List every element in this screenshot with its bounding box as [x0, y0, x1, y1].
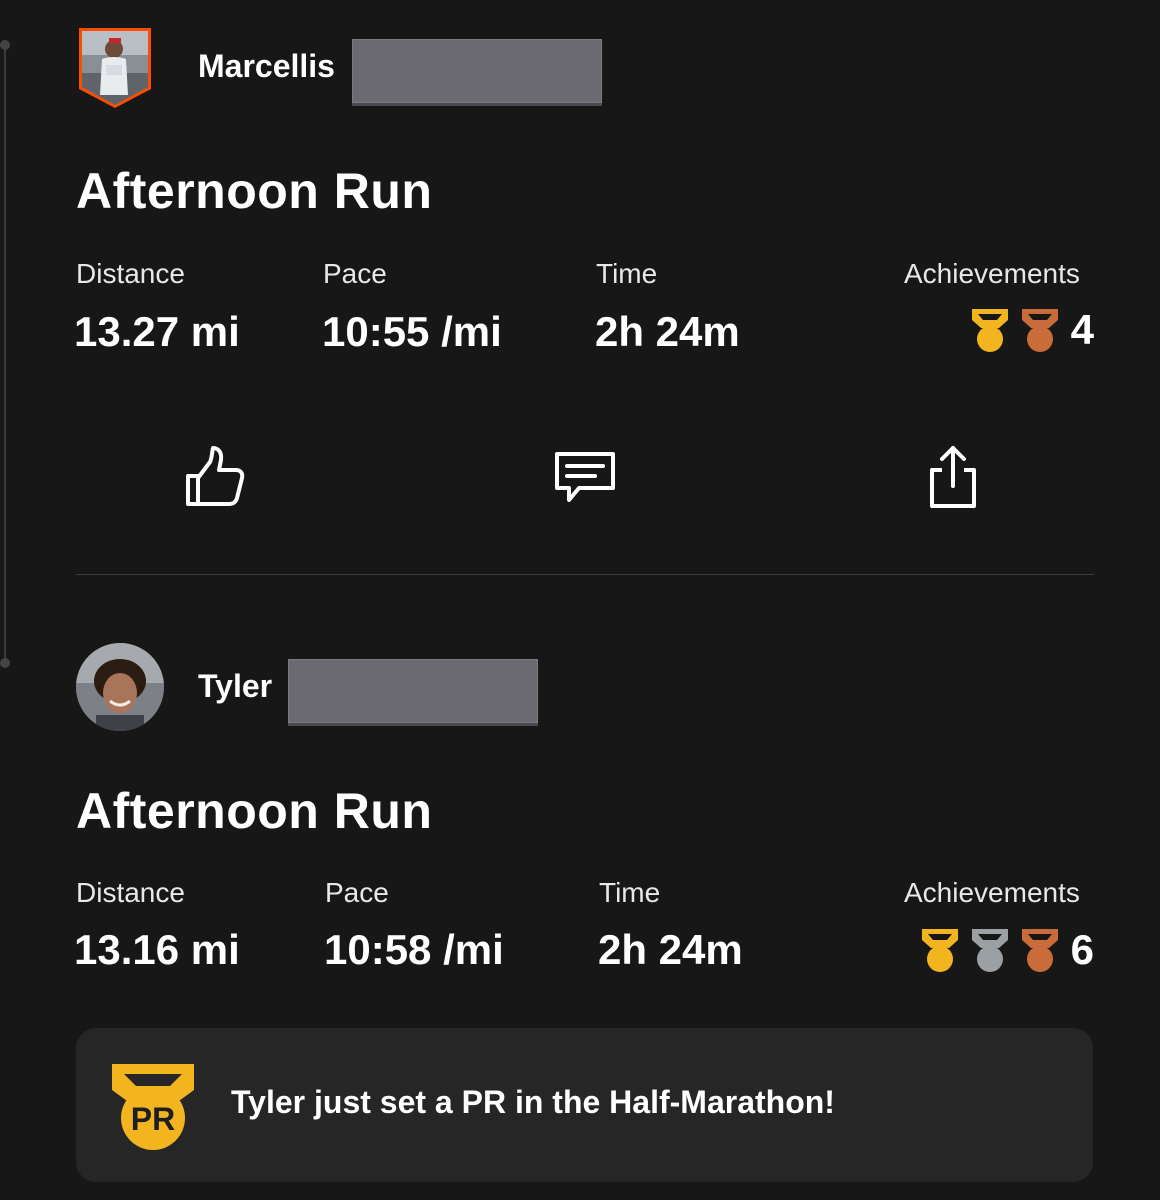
achievements-label: Achievements [904, 258, 1080, 289]
bronze-medal-icon [1021, 309, 1058, 352]
bronze-medal-icon [1021, 929, 1058, 972]
avatar[interactable] [76, 25, 154, 109]
pace-value: 10:55 /mi [322, 308, 502, 355]
comment-icon [555, 452, 615, 502]
athlete-name[interactable]: Tyler [198, 668, 272, 705]
thumbs-up-icon [186, 446, 245, 506]
achievements-summary[interactable]: 6 [919, 926, 1094, 974]
avatar-photo-icon [76, 643, 164, 731]
activity-title[interactable]: Afternoon Run [76, 782, 432, 840]
gold-medal-icon [971, 309, 1008, 352]
time-value: 2h 24m [598, 926, 743, 973]
time-label: Time [599, 877, 661, 908]
distance-value: 13.16 mi [74, 926, 240, 973]
athlete-row[interactable] [76, 22, 154, 112]
pace-label: Pace [325, 877, 389, 908]
avatar[interactable] [76, 643, 164, 731]
comment-button[interactable] [544, 435, 624, 515]
pr-badge-text: PR [131, 1101, 175, 1137]
gold-medal-icon [921, 929, 958, 972]
achievements-count: 4 [1070, 306, 1094, 353]
kudos-button[interactable] [175, 435, 255, 515]
distance-label: Distance [76, 877, 185, 908]
distance-label: Distance [76, 258, 185, 289]
redacted-last-name [288, 659, 538, 726]
pace-label: Pace [323, 258, 387, 289]
activity-title[interactable]: Afternoon Run [76, 162, 432, 220]
athlete-name[interactable]: Marcellis [198, 48, 335, 85]
card-divider [76, 574, 1094, 575]
athlete-row[interactable] [76, 642, 164, 732]
silver-medal-icon [971, 929, 1008, 972]
pr-medal-icon: PR [112, 1064, 194, 1150]
share-button[interactable] [913, 435, 993, 515]
achievements-count: 6 [1070, 926, 1094, 973]
pace-value: 10:58 /mi [324, 926, 504, 973]
pr-banner[interactable]: PR Tyler just set a PR in the Half-Marat… [76, 1028, 1093, 1182]
pr-message: Tyler just set a PR in the Half-Marathon… [231, 1084, 835, 1120]
distance-value: 13.27 mi [74, 308, 240, 355]
time-label: Time [596, 258, 658, 289]
time-value: 2h 24m [595, 308, 740, 355]
share-icon [930, 446, 976, 508]
avatar-shield-icon [79, 28, 151, 108]
redacted-last-name [352, 39, 602, 106]
achievements-summary[interactable]: 4 [969, 306, 1094, 354]
achievements-label: Achievements [904, 877, 1080, 908]
activity-card: Marcellis Afternoon Run Distance 13.27 m… [0, 0, 1160, 575]
